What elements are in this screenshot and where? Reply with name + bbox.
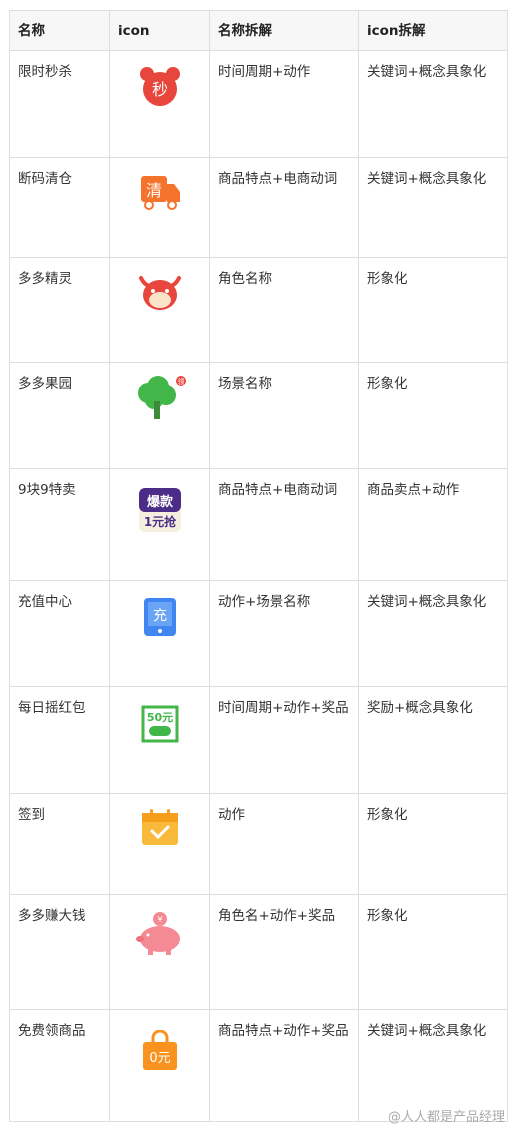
name-breakdown: 商品特点+动作+奖品 [209,1009,359,1122]
feature-name: 断码清仓 [9,157,110,258]
name-breakdown: 动作+场景名称 [209,580,359,687]
header-icon: icon [109,10,210,51]
feature-name: 充值中心 [9,580,110,687]
deal-glyph-bottom: 1元抢 [143,514,176,529]
table-row: 每日摇红包 50元 时间周期+动作+奖品 奖励+概念具象化 [9,686,508,794]
header-name-breakdown: 名称拆解 [209,10,359,51]
table-row: 多多赚大钱 ¥ 角色名+动作+奖品 形象化 [9,894,508,1010]
table-row: 多多精灵 角色名称 形象化 [9,257,508,363]
tree-badge-glyph: 领 [177,377,184,386]
cash-coupon-icon: 50元 [141,705,178,743]
feature-name: 多多果园 [9,362,110,469]
coupon-glyph: 50元 [146,711,172,724]
tablet-glyph: 充 [153,608,167,624]
deal-glyph-top: 爆款 [146,494,173,510]
icon-breakdown: 关键词+概念具象化 [358,157,508,258]
table-row: 断码清仓 清 商品特点+电商动词 关键词+概念具象化 [9,157,508,258]
table-row: 充值中心 充 动作+场景名称 关键词+概念具象化 [9,580,508,687]
cow-sprite-icon [138,276,181,310]
header-icon-breakdown: icon拆解 [358,10,508,51]
name-breakdown: 角色名+动作+奖品 [209,894,359,1010]
feature-name: 限时秒杀 [9,50,110,158]
table-header-row: 名称 icon 名称拆解 icon拆解 [9,10,508,51]
icon-breakdown: 形象化 [358,793,508,895]
calendar-check-icon [141,809,178,845]
piggy-bank-icon: ¥ [135,912,180,955]
tree-icon: 领 [137,376,186,419]
name-breakdown: 商品特点+电商动词 [209,157,359,258]
shopping-bag-icon: 0元 [142,1029,177,1070]
piggy-glyph: ¥ [157,915,162,924]
table-row: 多多果园 领 场景名称 形象化 [9,362,508,469]
feature-name: 9块9特卖 [9,468,110,581]
table-row: 限时秒杀 秒 时间周期+动作 关键词+概念具象化 [9,50,508,158]
icon-breakdown: 形象化 [358,362,508,469]
truck-glyph: 清 [145,181,161,200]
tablet-recharge-icon: 充 [143,598,176,636]
name-breakdown: 商品特点+电商动词 [209,468,359,581]
icon-breakdown: 形象化 [358,894,508,1010]
delivery-truck-icon: 清 [140,176,180,210]
feature-table: 名称 icon 名称拆解 icon拆解 限时秒杀 秒 时间周期+动作 关键词+概… [9,10,508,1122]
feature-name: 免费领商品 [9,1009,110,1122]
name-breakdown: 时间周期+动作+奖品 [209,686,359,794]
feature-name: 多多精灵 [9,257,110,363]
watermark: @人人都是产品经理 [387,1110,505,1125]
feature-name: 多多赚大钱 [9,894,110,1010]
icon-breakdown: 商品卖点+动作 [358,468,508,581]
name-breakdown: 场景名称 [209,362,359,469]
header-name: 名称 [9,10,110,51]
table-row: 9块9特卖 爆款 1元抢 商品特点+电商动词 商品卖点+动作 [9,468,508,581]
icon-breakdown: 关键词+概念具象化 [358,580,508,687]
name-breakdown: 时间周期+动作 [209,50,359,158]
icon-breakdown: 奖励+概念具象化 [358,686,508,794]
hot-deal-icon: 爆款 1元抢 [138,488,181,532]
table-row: 免费领商品 0元 商品特点+动作+奖品 关键词+概念具象化 [9,1009,508,1122]
icon-breakdown: 关键词+概念具象化 [358,1009,508,1122]
icon-breakdown: 形象化 [358,257,508,363]
name-breakdown: 角色名称 [209,257,359,363]
icon-breakdown: 关键词+概念具象化 [358,50,508,158]
feature-name: 每日摇红包 [9,686,110,794]
table-row: 签到 动作 形象化 [9,793,508,895]
name-breakdown: 动作 [209,793,359,895]
alarm-glyph: 秒 [151,80,167,99]
alarm-clock-icon: 秒 [139,67,180,106]
bag-glyph: 0元 [149,1051,170,1066]
feature-name: 签到 [9,793,110,895]
